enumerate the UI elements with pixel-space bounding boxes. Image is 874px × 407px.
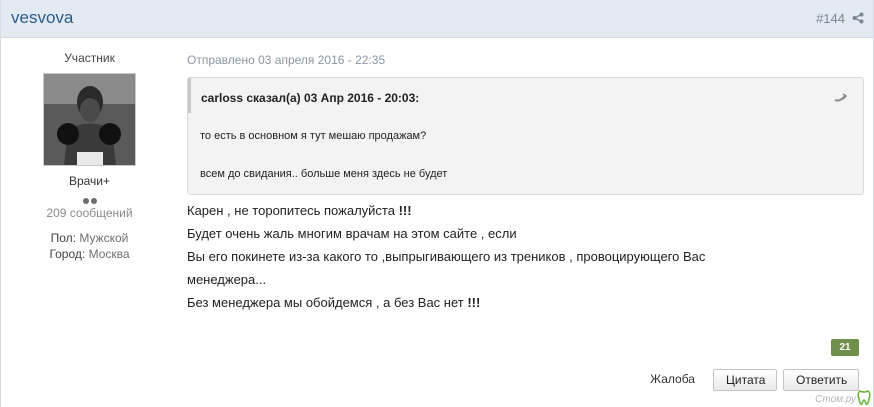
share-icon[interactable]: [852, 12, 864, 24]
quote-block: carloss сказал(а) 03 Апр 2016 - 20:03: т…: [187, 77, 864, 195]
rank-pip: [82, 198, 89, 204]
post-count: 209 сообщений: [46, 206, 133, 220]
reply-button[interactable]: Ответить: [783, 369, 859, 391]
author-info: Участник Врачи+ 209 сообщений Пол: Мужск…: [21, 48, 158, 262]
post-line: Будет очень жаль многим врачам на этом с…: [187, 226, 517, 241]
post-text: Без менеджера мы обойдемся , а без Вас н…: [187, 295, 468, 310]
quote-author: carloss сказал(а) 03 Апр 2016 - 20:03:: [201, 91, 420, 105]
post-body: Карен , не торопитесь пожалуйста !!! Буд…: [187, 199, 787, 314]
post-emphasis: !!!: [467, 295, 481, 310]
rank-pip: [90, 198, 97, 204]
post-line: Вы его покинете из-за какого то ,выпрыги…: [187, 249, 706, 264]
avatar[interactable]: [43, 73, 136, 166]
field-label: Пол:: [50, 231, 76, 245]
post-number-link[interactable]: #144: [816, 11, 845, 26]
field-label: Город:: [49, 247, 86, 261]
reputation-badge[interactable]: 21: [831, 339, 859, 356]
field-value: Москва: [88, 247, 130, 261]
post-line: Без менеджера мы обойдемся , а без Вас н…: [187, 291, 787, 314]
post-emphasis: !!!: [398, 203, 412, 218]
profile-field-gender: Пол: Мужской: [21, 230, 158, 246]
post-header: vesvova #144: [1, 0, 873, 38]
quote-back-icon[interactable]: [833, 93, 847, 103]
watermark-text: Стом.ру: [815, 394, 856, 405]
avatar-image: [44, 74, 135, 165]
quote-line: то есть в основном я тут мешаю продажам?: [200, 130, 427, 142]
quote-citation: carloss сказал(а) 03 Апр 2016 - 20:03:: [188, 78, 863, 113]
profile-fields: Пол: Мужской Город: Москва: [21, 230, 158, 262]
post-line: менеджера...: [187, 272, 267, 287]
member-rank: Врачи+: [68, 174, 111, 188]
member-group: Участник: [64, 51, 115, 65]
post-date: Отправлено 03 апреля 2016 - 22:35: [187, 53, 386, 67]
report-link[interactable]: Жалоба: [650, 372, 695, 386]
forum-post: vesvova #144 Участник Врачи+ 209 сообщен…: [0, 0, 874, 407]
rank-pips: [21, 191, 158, 204]
quote-body: то есть в основном я тут мешаю продажам?…: [200, 130, 447, 206]
quote-button[interactable]: Цитата: [713, 369, 777, 391]
field-value: Мужской: [79, 231, 129, 245]
tooth-logo-icon: [857, 390, 871, 405]
profile-field-city: Город: Москва: [21, 246, 158, 262]
author-name-link[interactable]: vesvova: [11, 8, 73, 28]
post-text: Карен , не торопитесь пожалуйста: [187, 203, 399, 218]
post-line: Карен , не торопитесь пожалуйста !!!: [187, 199, 787, 222]
